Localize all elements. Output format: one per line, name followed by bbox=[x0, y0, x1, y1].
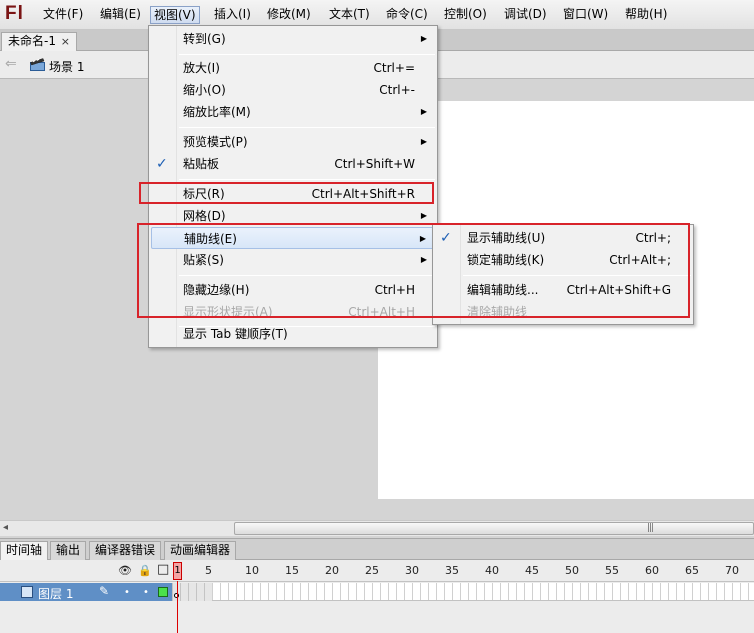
menu-edit[interactable]: 编辑(E) bbox=[97, 6, 144, 24]
frame-number: 60 bbox=[645, 564, 659, 577]
horizontal-scrollbar[interactable]: ◂ ||| bbox=[0, 520, 754, 536]
frame-number: 40 bbox=[485, 564, 499, 577]
menu-item-label: 预览模式(P) bbox=[183, 135, 248, 149]
menu-item-shortcut: Ctrl+- bbox=[379, 83, 415, 97]
submenu-arrow-icon: ▶ bbox=[420, 34, 427, 43]
lock-dot[interactable]: • bbox=[143, 587, 149, 598]
document-tab[interactable]: 未命名-1 × bbox=[1, 32, 77, 51]
document-tab-label: 未命名-1 bbox=[8, 34, 56, 48]
back-arrow-icon[interactable]: ⇐ bbox=[5, 56, 17, 72]
frame-number: 35 bbox=[445, 564, 459, 577]
frame-number: 65 bbox=[685, 564, 699, 577]
menu-item-preview-mode[interactable]: 预览模式(P) ▶ bbox=[151, 131, 435, 153]
submenu-arrow-icon: ▶ bbox=[420, 137, 427, 146]
timeline-header: 👁 🔒 □ 1 5 10 15 20 25 30 35 40 45 50 55 … bbox=[0, 560, 754, 582]
menu-item-magnification[interactable]: 缩放比率(M) ▶ bbox=[151, 101, 435, 123]
clapperboard-icon bbox=[30, 58, 45, 71]
layer-icon bbox=[21, 586, 33, 598]
scrollbar-thumb[interactable]: ||| bbox=[234, 522, 754, 535]
menu-item-zoom-out[interactable]: 缩小(O) Ctrl+- bbox=[151, 79, 435, 101]
frame-number: 10 bbox=[245, 564, 259, 577]
menu-separator bbox=[179, 54, 435, 55]
frame-number: 5 bbox=[205, 564, 212, 577]
scroll-left-icon[interactable]: ◂ bbox=[3, 522, 8, 533]
layer-name[interactable]: 图层 1 bbox=[38, 585, 73, 602]
menu-separator bbox=[179, 179, 435, 180]
highlight-box-guides bbox=[137, 223, 690, 318]
menu-control[interactable]: 控制(O) bbox=[441, 6, 490, 24]
frame-number: 30 bbox=[405, 564, 419, 577]
menu-item-shortcut: Ctrl+= bbox=[373, 61, 415, 75]
outline-icon[interactable]: □ bbox=[157, 562, 169, 577]
layer-row[interactable]: 图层 1 ✎ • • bbox=[0, 583, 172, 601]
tab-output[interactable]: 输出 bbox=[50, 541, 87, 560]
frame-block bbox=[172, 583, 212, 601]
menu-separator bbox=[179, 127, 435, 128]
menu-item-label: 转到(G) bbox=[183, 32, 226, 46]
menu-window[interactable]: 窗口(W) bbox=[560, 6, 611, 24]
frame-number: 70 bbox=[725, 564, 739, 577]
menu-item-shortcut: Ctrl+Shift+W bbox=[334, 157, 415, 171]
menu-item-show-tab-order[interactable]: 显示 Tab 键顺序(T) bbox=[151, 323, 435, 345]
tab-motion-editor[interactable]: 动画编辑器 bbox=[164, 541, 237, 560]
playhead-line bbox=[177, 581, 178, 633]
frame-number: 15 bbox=[285, 564, 299, 577]
frame-grid[interactable] bbox=[172, 583, 754, 601]
menu-text[interactable]: 文本(T) bbox=[326, 6, 373, 24]
pencil-icon: ✎ bbox=[99, 584, 110, 598]
frame-number: 25 bbox=[365, 564, 379, 577]
menu-item-label: 缩小(O) bbox=[183, 83, 226, 97]
scrollbar-grip: ||| bbox=[647, 523, 654, 533]
timeline-panel: 👁 🔒 □ 1 5 10 15 20 25 30 35 40 45 50 55 … bbox=[0, 560, 754, 633]
menu-item-label: 粘贴板 bbox=[183, 157, 220, 171]
menu-help[interactable]: 帮助(H) bbox=[622, 6, 670, 24]
lock-icon[interactable]: 🔒 bbox=[138, 564, 152, 577]
app-logo: Fl bbox=[5, 3, 24, 24]
menu-file[interactable]: 文件(F) bbox=[40, 6, 86, 24]
visibility-dot[interactable]: • bbox=[124, 587, 130, 598]
menu-debug[interactable]: 调试(D) bbox=[501, 6, 550, 24]
menu-commands[interactable]: 命令(C) bbox=[383, 6, 431, 24]
frame-number: 45 bbox=[525, 564, 539, 577]
eye-icon[interactable]: 👁 bbox=[118, 564, 132, 577]
menu-view[interactable]: 视图(V) bbox=[150, 6, 200, 24]
playhead[interactable]: 1 bbox=[173, 562, 182, 580]
scene-label[interactable]: 场景 1 bbox=[49, 58, 84, 75]
menu-item-pasteboard[interactable]: ✓ 粘贴板 Ctrl+Shift+W bbox=[151, 153, 435, 175]
menu-modify[interactable]: 修改(M) bbox=[264, 6, 314, 24]
frame-number: 20 bbox=[325, 564, 339, 577]
tab-compiler-errors[interactable]: 编译器错误 bbox=[89, 541, 162, 560]
frame-number: 55 bbox=[605, 564, 619, 577]
menu-item-goto[interactable]: 转到(G) ▶ bbox=[151, 28, 435, 50]
tab-timeline[interactable]: 时间轴 bbox=[0, 541, 49, 560]
outline-color-swatch[interactable] bbox=[158, 587, 168, 597]
checkmark-icon: ✓ bbox=[156, 156, 168, 172]
frame-number: 50 bbox=[565, 564, 579, 577]
close-icon[interactable]: × bbox=[61, 33, 70, 50]
highlight-box-rulers bbox=[139, 182, 434, 204]
panel-tab-bar: 时间轴 输出 编译器错误 动画编辑器 bbox=[0, 538, 754, 560]
menu-item-label: 放大(I) bbox=[183, 61, 220, 75]
menu-item-label: 缩放比率(M) bbox=[183, 105, 251, 119]
menu-insert[interactable]: 插入(I) bbox=[211, 6, 254, 24]
menu-item-label: 显示 Tab 键顺序(T) bbox=[183, 327, 288, 341]
submenu-arrow-icon: ▶ bbox=[420, 107, 427, 116]
menu-item-zoom-in[interactable]: 放大(I) Ctrl+= bbox=[151, 57, 435, 79]
